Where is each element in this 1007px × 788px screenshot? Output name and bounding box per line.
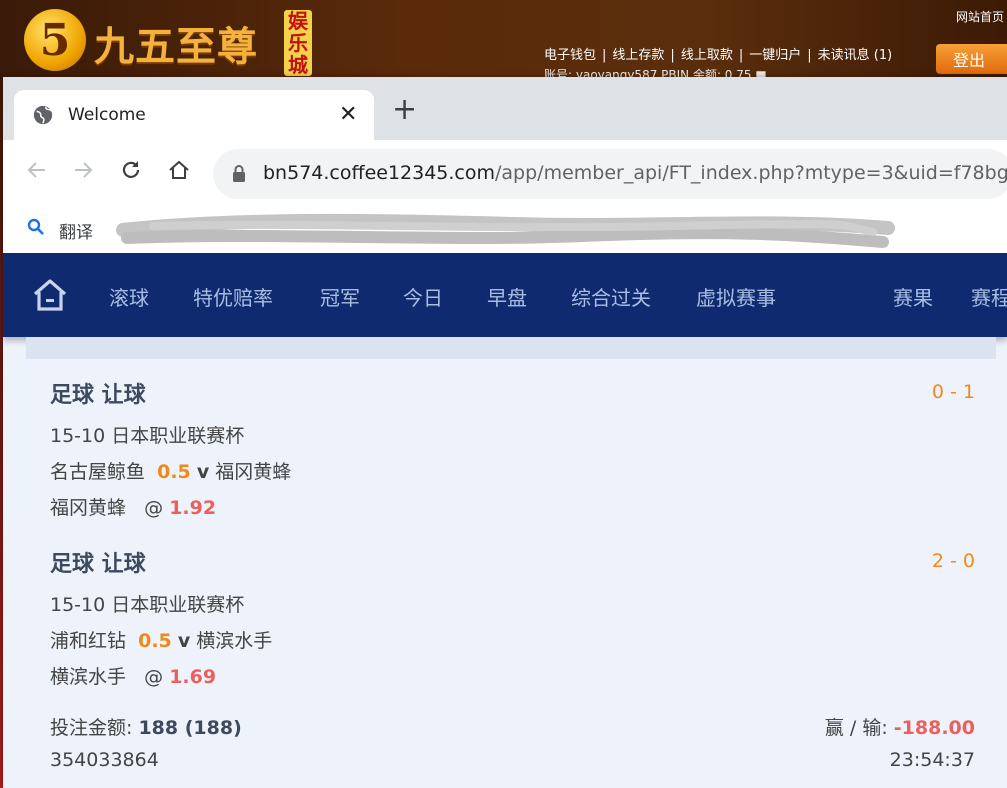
sub-header-bar bbox=[26, 337, 996, 359]
bet-match: 浦和红钻 0.5 v 横滨水手 bbox=[50, 626, 272, 653]
stake-line: 投注金额: 188 (188) bbox=[50, 713, 242, 740]
new-tab-icon[interactable]: + bbox=[392, 95, 417, 125]
nav-unread-messages[interactable]: 未读讯息 (1) bbox=[818, 48, 893, 63]
bet-match: 名古屋鲸鱼 0.5 v 福冈黄蜂 bbox=[50, 457, 291, 484]
bookmark-translate[interactable]: 翻译 bbox=[59, 218, 93, 243]
nav-separator: | bbox=[807, 48, 812, 63]
versus-label: v bbox=[196, 461, 210, 483]
result-value: -188.00 bbox=[893, 717, 975, 739]
nav-e-wallet[interactable]: 电子钱包 bbox=[544, 48, 596, 63]
bet-slip-item: 足球 让球 0 - 1 15-10 日本职业联赛杯 名古屋鲸鱼 0.5 v 福冈… bbox=[50, 377, 975, 537]
away-team: 福冈黄蜂 bbox=[215, 461, 292, 483]
result-label: 赢 / 输: bbox=[824, 717, 888, 739]
selected-team: 福冈黄蜂 bbox=[50, 497, 127, 519]
site-logo-badge-text: 娱乐城 bbox=[288, 9, 308, 77]
close-tab-icon[interactable]: ✕ bbox=[339, 102, 357, 127]
browser-toolbar: bn574.coffee12345.com/app/member_api/FT_… bbox=[3, 140, 1007, 206]
versus-label: v bbox=[177, 630, 191, 652]
url-text: bn574.coffee12345.com/app/member_api/FT_… bbox=[263, 162, 1007, 184]
away-team: 横滨水手 bbox=[196, 630, 273, 652]
bet-heading: 足球 让球 bbox=[50, 552, 146, 577]
bet-slip-item: 足球 让球 2 - 0 15-10 日本职业联赛杯 浦和红钻 0.5 v 横滨水… bbox=[50, 546, 975, 706]
home-icon[interactable] bbox=[167, 158, 191, 186]
at-symbol: @ bbox=[144, 497, 164, 519]
nav-today[interactable]: 今日 bbox=[403, 282, 443, 311]
site-logo-icon[interactable]: 5 bbox=[24, 9, 86, 71]
browser-window: Welcome ✕ + bn574.coffee12345.com/app/me… bbox=[3, 77, 1007, 788]
forward-arrow-icon[interactable] bbox=[71, 158, 95, 186]
result-line: 赢 / 输: -188.00 bbox=[825, 713, 975, 740]
at-symbol: @ bbox=[144, 666, 164, 688]
bet-summary: 投注金额: 188 (188) 赢 / 输: -188.00 354033864… bbox=[50, 709, 975, 788]
nav-online-withdraw[interactable]: 线上取款 bbox=[681, 48, 733, 63]
home-page-link[interactable]: 网站首页 bbox=[956, 8, 1004, 25]
stake-label: 投注金额: bbox=[50, 717, 133, 739]
nav-virtual-sports[interactable]: 虚拟赛事 bbox=[696, 282, 776, 311]
stake-value: 188 (188) bbox=[138, 717, 242, 739]
nav-parlay[interactable]: 综合过关 bbox=[571, 282, 651, 311]
redaction-scribble bbox=[116, 213, 895, 248]
address-bar[interactable]: bn574.coffee12345.com/app/member_api/FT_… bbox=[213, 149, 1007, 199]
home-nav-icon[interactable] bbox=[31, 277, 69, 317]
nav-live[interactable]: 滚球 bbox=[109, 282, 149, 311]
bet-league: 15-10 日本职业联赛杯 bbox=[50, 425, 245, 447]
handicap-value: 0.5 bbox=[157, 461, 191, 483]
nav-separator: | bbox=[738, 48, 744, 63]
nav-schedule[interactable]: 赛程 bbox=[971, 282, 1007, 311]
home-team: 名古屋鲸鱼 bbox=[50, 461, 146, 483]
nav-special-odds[interactable]: 特优赔率 bbox=[193, 282, 273, 311]
site-logo-badge: 娱乐城 bbox=[284, 10, 312, 76]
url-path: /app/member_api/FT_index.php?mtype=3&uid… bbox=[495, 162, 1007, 184]
nav-online-deposit[interactable]: 线上存款 bbox=[612, 48, 664, 63]
bet-league: 15-10 日本职业联赛杯 bbox=[50, 594, 245, 616]
nav-one-click-transfer[interactable]: 一键归户 bbox=[749, 48, 801, 63]
selected-team: 横滨水手 bbox=[50, 666, 127, 688]
logout-button[interactable]: 登出 bbox=[936, 44, 1007, 74]
bet-heading: 足球 让球 bbox=[50, 383, 146, 408]
url-host: bn574.coffee12345.com bbox=[263, 162, 496, 184]
bet-selection: 横滨水手 @ 1.69 bbox=[50, 662, 216, 689]
search-icon bbox=[27, 218, 45, 240]
main-navigation: 滚球 特优赔率 冠军 今日 早盘 综合过关 虚拟赛事 赛果 赛程 bbox=[3, 253, 1007, 337]
nav-separator: | bbox=[670, 48, 675, 63]
odds-value: 1.92 bbox=[169, 497, 217, 519]
nav-early[interactable]: 早盘 bbox=[487, 282, 527, 311]
nav-separator: | bbox=[602, 48, 607, 63]
betting-page: 滚球 特优赔率 冠军 今日 早盘 综合过关 虚拟赛事 赛果 赛程 足球 让球 0… bbox=[3, 253, 1007, 788]
bet-time: 23:54:37 bbox=[889, 749, 975, 771]
site-logo-text[interactable]: 九五至尊 bbox=[94, 14, 258, 72]
odds-value: 1.69 bbox=[169, 666, 217, 688]
globe-icon bbox=[32, 104, 54, 130]
lock-icon[interactable] bbox=[231, 164, 247, 188]
bet-score: 2 - 0 bbox=[931, 550, 975, 572]
bet-score: 0 - 1 bbox=[931, 381, 975, 403]
reload-icon[interactable] bbox=[119, 158, 143, 186]
handicap-value: 0.5 bbox=[138, 630, 172, 652]
bet-selection: 福冈黄蜂 @ 1.92 bbox=[50, 493, 216, 520]
ticket-id: 354033864 bbox=[50, 749, 159, 771]
back-arrow-icon[interactable] bbox=[25, 158, 49, 186]
bookmarks-bar: 翻译 bbox=[3, 206, 1007, 254]
nav-results[interactable]: 赛果 bbox=[893, 282, 933, 311]
site-header: 5 九五至尊 娱乐城 网站首页 电子钱包 | 线上存款 | 线上取款 | 一键归户 | 未读讯息… bbox=[0, 0, 1007, 82]
site-account-nav: 电子钱包 | 线上存款 | 线上取款 | 一键归户 | 未读讯息 (1) bbox=[544, 44, 892, 63]
nav-outright[interactable]: 冠军 bbox=[320, 282, 360, 311]
tab-title: Welcome bbox=[68, 105, 146, 125]
browser-tab[interactable]: Welcome ✕ bbox=[14, 90, 374, 140]
home-team: 浦和红钻 bbox=[50, 630, 127, 652]
